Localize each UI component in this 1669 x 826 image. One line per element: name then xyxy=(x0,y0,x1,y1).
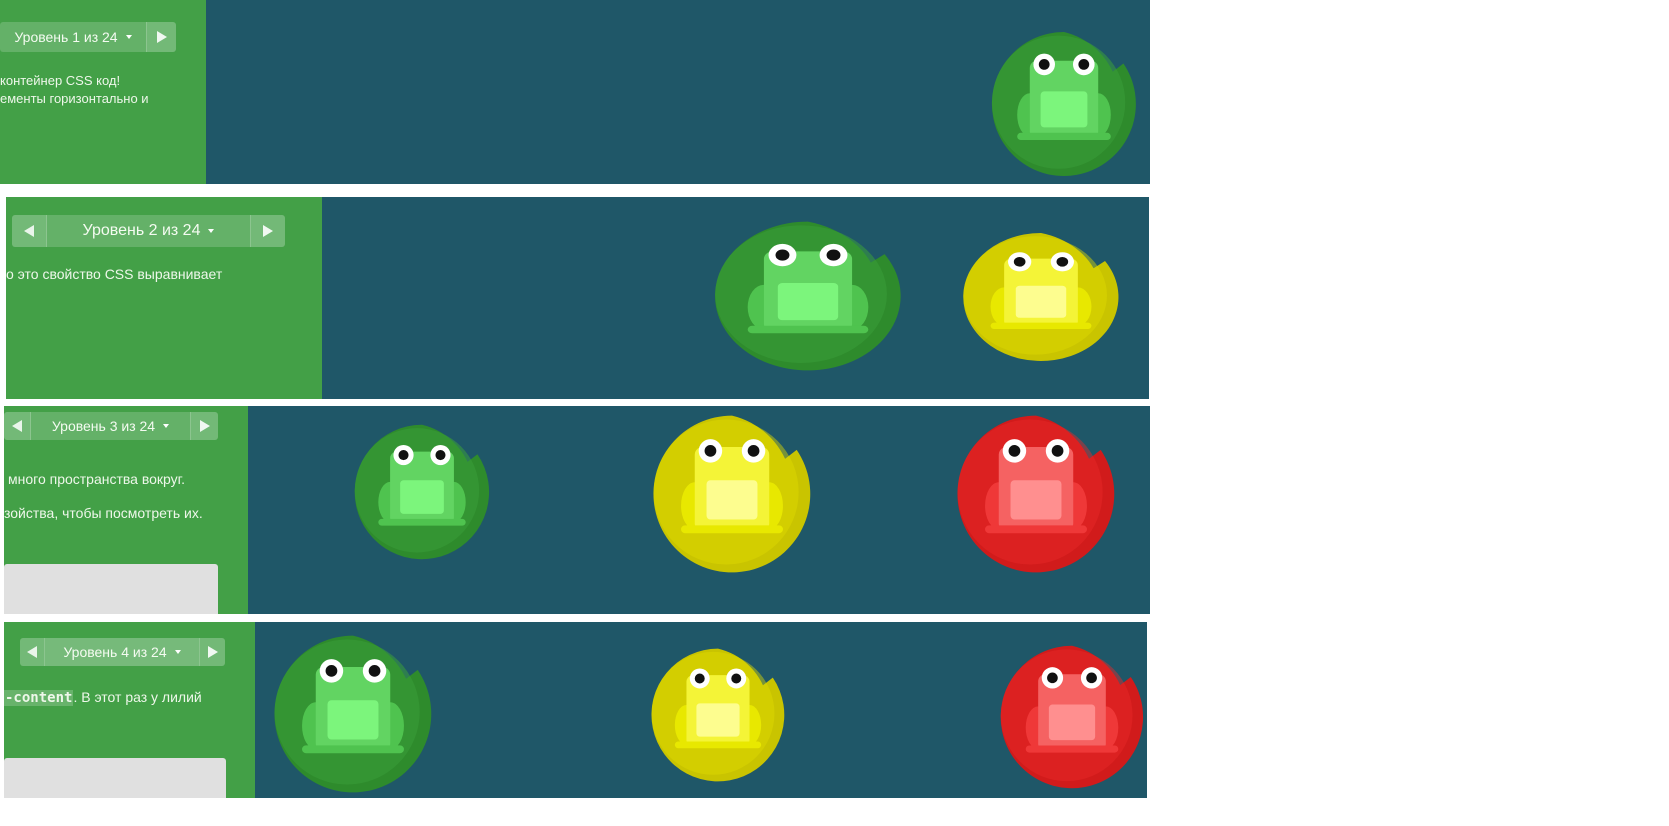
level-description: о это свойство CSS выравнивает xyxy=(6,265,222,283)
sidebar: Уровень 2 из 24 о это свойство CSS вырав… xyxy=(6,197,322,399)
pond xyxy=(322,197,1149,399)
frog-green xyxy=(338,408,506,576)
frog-red xyxy=(938,406,1134,592)
level-label: Уровень 1 из 24 xyxy=(14,29,118,45)
nav-prev-button[interactable] xyxy=(12,215,47,247)
sidebar: Уровень 4 из 24 -content. В этот раз у л… xyxy=(4,622,255,798)
code-editor[interactable] xyxy=(4,758,226,798)
code-editor[interactable] xyxy=(4,564,218,614)
nav-next-icon xyxy=(156,31,167,43)
level-dropdown-caret-icon xyxy=(174,650,181,654)
description-line: зойства, чтобы посмотреть их. xyxy=(4,505,203,521)
level-nav: Уровень 4 из 24 xyxy=(20,638,225,666)
level-label: Уровень 4 из 24 xyxy=(63,644,167,660)
frog-yellow xyxy=(635,632,801,798)
level-4-screenshot: Уровень 4 из 24 -content. В этот раз у л… xyxy=(4,622,1147,798)
level-nav: Уровень 3 из 24 xyxy=(4,412,218,440)
level-indicator[interactable]: Уровень 3 из 24 xyxy=(31,412,190,440)
level-3-screenshot: Уровень 3 из 24 много пространства вокру… xyxy=(4,406,1150,614)
level-2-screenshot: Уровень 2 из 24 о это свойство CSS вырав… xyxy=(6,197,1149,399)
description-line: контейнер CSS код! xyxy=(0,73,121,88)
nav-prev-icon xyxy=(26,646,37,658)
nav-prev-button[interactable] xyxy=(4,412,31,440)
sidebar: Уровень 3 из 24 много пространства вокру… xyxy=(4,406,248,614)
level-description: много пространства вокруг. зойства, чтоб… xyxy=(4,462,203,530)
nav-next-button[interactable] xyxy=(199,638,225,666)
css-keyword: -content xyxy=(4,690,74,706)
nav-next-button[interactable] xyxy=(250,215,285,247)
level-label: Уровень 2 из 24 xyxy=(82,222,201,239)
nav-next-icon xyxy=(199,420,210,432)
description-line: о это свойство CSS выравнивает xyxy=(6,266,223,282)
level-dropdown-caret-icon xyxy=(163,424,170,428)
nav-next-icon xyxy=(263,225,274,237)
level-1-screenshot: Уровень 1 из 24 контейнер CSS код! емент… xyxy=(0,0,1150,184)
description-line: много пространства вокруг. xyxy=(8,471,185,487)
description-line: ементы горизонтально и xyxy=(0,91,149,106)
nav-next-icon xyxy=(207,646,218,658)
level-description: -content. В этот раз у лилий xyxy=(4,688,202,707)
level-dropdown-caret-icon xyxy=(208,229,215,233)
nav-prev-icon xyxy=(11,420,22,432)
nav-next-button[interactable] xyxy=(146,22,176,52)
nav-next-button[interactable] xyxy=(190,412,218,440)
level-indicator[interactable]: Уровень 1 из 24 xyxy=(0,22,146,52)
frog-red xyxy=(983,628,1147,798)
pond xyxy=(255,622,1147,798)
frog-green xyxy=(255,622,451,798)
sidebar: Уровень 1 из 24 контейнер CSS код! емент… xyxy=(0,0,206,184)
level-dropdown-caret-icon xyxy=(125,35,132,39)
level-nav: Уровень 2 из 24 xyxy=(12,215,285,247)
nav-prev-icon xyxy=(23,225,34,237)
frog-green xyxy=(692,203,924,389)
level-label: Уровень 3 из 24 xyxy=(51,418,156,434)
frog-yellow xyxy=(634,406,830,592)
frog-green xyxy=(974,14,1150,184)
level-indicator[interactable]: Уровень 4 из 24 xyxy=(44,638,200,666)
frog-yellow xyxy=(944,217,1138,377)
pond xyxy=(248,406,1150,614)
level-indicator[interactable]: Уровень 2 из 24 xyxy=(47,215,250,247)
level-nav: Уровень 1 из 24 xyxy=(0,22,176,52)
pond xyxy=(206,0,1150,184)
nav-prev-button[interactable] xyxy=(20,638,45,666)
level-description: контейнер CSS код! ементы горизонтально … xyxy=(0,72,149,108)
description-line: . В этот раз у лилий xyxy=(73,689,202,705)
